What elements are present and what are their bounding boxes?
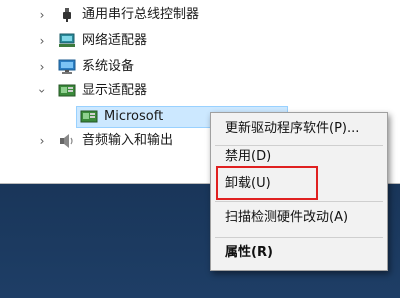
tree-item-label: 音频输入和输出 — [82, 133, 174, 148]
selected-device-label: Microsoft — [104, 109, 164, 124]
menu-item-update-driver[interactable]: 更新驱动程序软件(P)... — [211, 117, 387, 141]
menu-separator — [215, 201, 383, 202]
usb-plug-icon — [63, 8, 71, 22]
chevron-right-icon[interactable]: › — [36, 61, 48, 73]
chevron-right-icon[interactable]: › — [36, 35, 48, 47]
tree-item-label: 网络适配器 — [82, 33, 148, 48]
display-adapter-icon — [58, 84, 76, 97]
tree-item-audio-io[interactable]: › 音频输入和输出 — [0, 130, 210, 152]
screen: › 通用串行总线控制器 › 网络适配器 › 系统设备 › 显示适配器 Micro… — [0, 0, 400, 298]
chevron-right-icon[interactable]: › — [36, 9, 48, 21]
speaker-icon — [60, 134, 73, 148]
menu-item-properties[interactable]: 属性(R) — [211, 241, 387, 265]
tree-item-label: 显示适配器 — [82, 83, 148, 98]
menu-item-scan-hardware[interactable]: 扫描检测硬件改动(A) — [211, 206, 387, 230]
tree-item-label: 通用串行总线控制器 — [82, 7, 200, 22]
display-adapter-icon — [80, 110, 98, 123]
tree-item-display-adapters[interactable]: › 显示适配器 — [0, 80, 320, 102]
chevron-right-icon[interactable]: › — [36, 135, 48, 147]
tree-item-system-devices[interactable]: › 系统设备 — [0, 56, 320, 78]
network-adapter-icon — [59, 33, 75, 47]
uninstall-highlight-box — [216, 166, 318, 200]
tree-item-usb-controllers[interactable]: › 通用串行总线控制器 — [0, 4, 320, 26]
tree-item-label: 系统设备 — [82, 59, 135, 74]
tree-item-network-adapters[interactable]: › 网络适配器 — [0, 30, 320, 52]
chevron-down-icon[interactable]: › — [35, 85, 49, 97]
menu-separator — [215, 237, 383, 238]
monitor-icon — [58, 59, 76, 74]
